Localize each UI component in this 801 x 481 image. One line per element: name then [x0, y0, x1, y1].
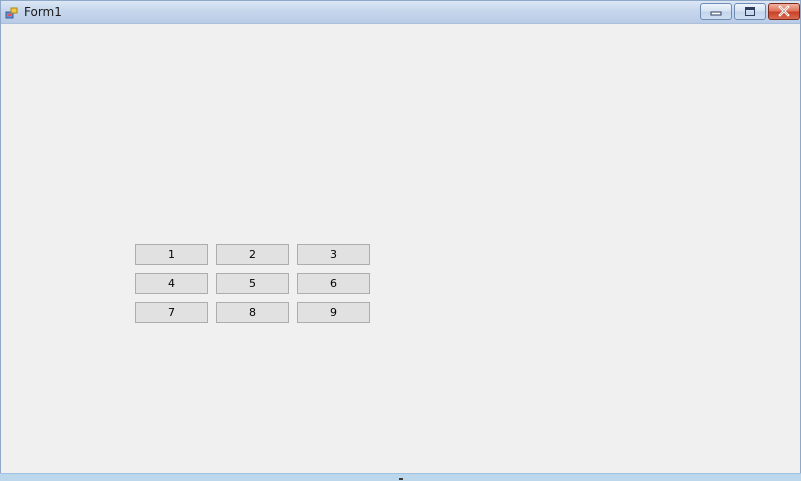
minimize-icon — [710, 11, 722, 16]
button-6[interactable]: 6 — [297, 273, 370, 294]
button-2[interactable]: 2 — [216, 244, 289, 265]
title-bar[interactable]: Form1 — [1, 1, 800, 24]
form-window: Form1 1 2 3 4 5 6 7 8 9 — [0, 0, 801, 480]
form-client-area: 1 2 3 4 5 6 7 8 9 — [1, 24, 800, 474]
button-5[interactable]: 5 — [216, 273, 289, 294]
button-9[interactable]: 9 — [297, 302, 370, 323]
maximize-button[interactable] — [734, 3, 766, 20]
button-1[interactable]: 1 — [135, 244, 208, 265]
app-icon[interactable] — [5, 5, 19, 19]
close-icon — [778, 5, 790, 17]
minimize-button[interactable] — [700, 3, 732, 20]
button-8[interactable]: 8 — [216, 302, 289, 323]
maximize-icon — [745, 7, 755, 16]
button-3[interactable]: 3 — [297, 244, 370, 265]
button-4[interactable]: 4 — [135, 273, 208, 294]
close-button[interactable] — [768, 3, 800, 20]
window-title: Form1 — [24, 5, 62, 19]
button-7[interactable]: 7 — [135, 302, 208, 323]
